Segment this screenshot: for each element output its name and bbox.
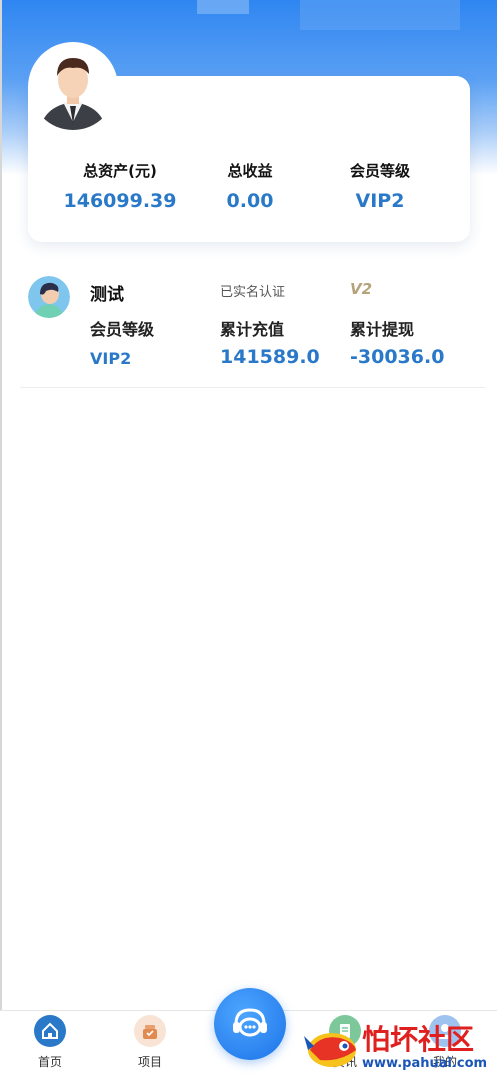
user-info-row[interactable]: 测试 已实名认证 V2 会员等级 VIP2 累计充值 141589.0 累计提现… <box>20 270 485 388</box>
total-recharge-value: 141589.0 <box>220 346 320 368</box>
customer-service-button[interactable] <box>214 988 286 1060</box>
stat-label: 总收益 <box>227 162 273 180</box>
stat-label: 会员等级 <box>349 162 410 180</box>
tab-projects[interactable]: 项目 <box>110 1011 190 1070</box>
total-recharge-label: 累计充值 <box>220 320 285 339</box>
total-withdraw-value: -30036.0 <box>350 346 445 368</box>
header-decoration <box>300 0 460 30</box>
watermark-title: 怕坏社区 <box>362 1023 475 1056</box>
user-avatar-icon <box>28 276 70 318</box>
customer-service-icon <box>233 1008 267 1037</box>
tab-label: 首页 <box>37 1055 62 1069</box>
left-border <box>0 0 2 1076</box>
user-name: 测试 <box>90 285 124 305</box>
gift-icon <box>134 1015 166 1047</box>
stat-value: 0.00 <box>226 190 274 212</box>
stat-value: 146099.39 <box>63 190 177 212</box>
total-withdraw: 累计提现 -30036.0 <box>350 316 444 368</box>
tab-label: 项目 <box>137 1055 162 1069</box>
stat-label: 总资产(元) <box>83 162 157 180</box>
user-avatar <box>28 276 70 318</box>
header-decoration <box>197 0 249 14</box>
member-level-value: VIP2 <box>90 349 132 368</box>
member-level-label: 会员等级 <box>90 320 155 339</box>
total-withdraw-label: 累计提现 <box>350 320 415 339</box>
stat-value: VIP2 <box>355 190 405 212</box>
watermark-logo-icon <box>304 1033 356 1067</box>
vip-badge-icon: V2 <box>350 280 373 298</box>
male-avatar-icon <box>30 44 116 130</box>
tab-home[interactable]: 首页 <box>10 1011 90 1070</box>
total-recharge: 累计充值 141589.0 <box>220 316 320 368</box>
verified-status: 已实名认证 <box>220 285 286 300</box>
home-icon <box>34 1015 66 1047</box>
watermark: 怕坏社区 www.pahuai.com <box>300 1016 497 1076</box>
stat-total-assets: 总资产(元) 146099.39 <box>45 160 195 212</box>
member-level: 会员等级 VIP2 <box>90 316 154 368</box>
stat-member-level: 会员等级 VIP2 <box>305 160 455 212</box>
profile-avatar[interactable] <box>30 44 116 130</box>
stat-total-income: 总收益 0.00 <box>175 160 325 212</box>
watermark-url: www.pahuai.com <box>362 1056 488 1071</box>
